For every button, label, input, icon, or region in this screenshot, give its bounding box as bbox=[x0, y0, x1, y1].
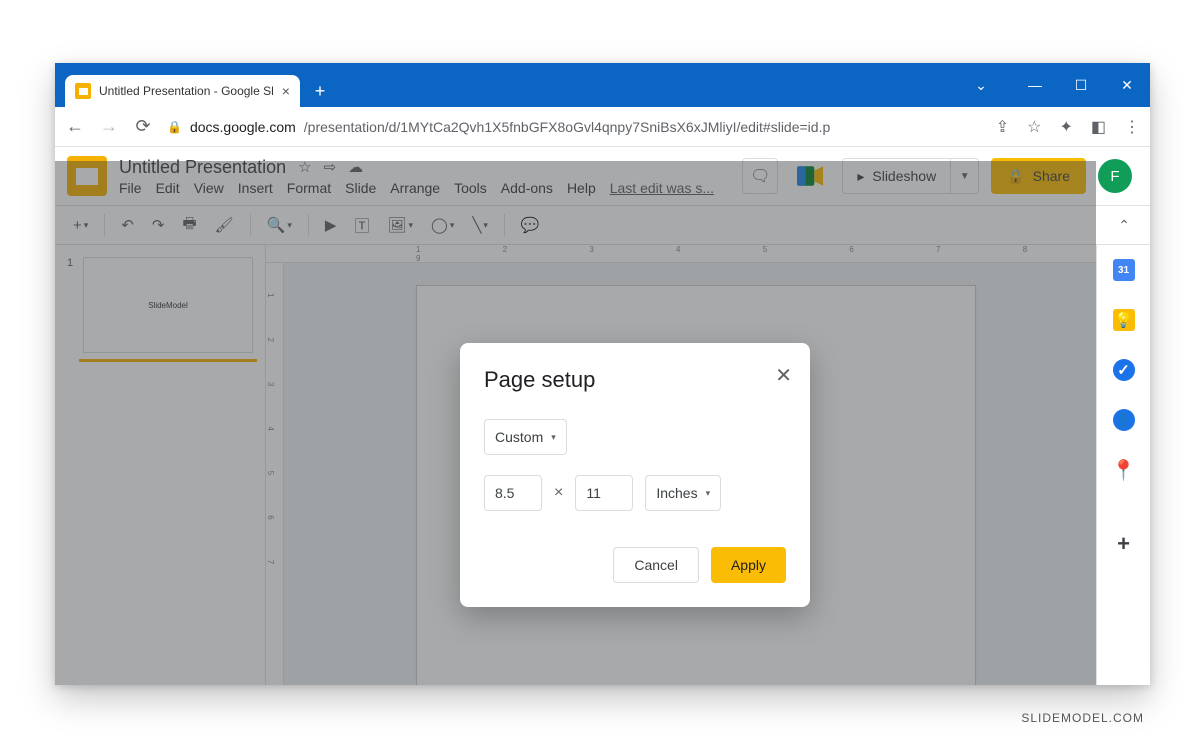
minimize-button[interactable]: — bbox=[1012, 63, 1058, 107]
dialog-title: Page setup bbox=[484, 367, 786, 393]
slides-favicon-icon bbox=[75, 83, 91, 99]
url-host: docs.google.com bbox=[190, 119, 296, 135]
titlebar: Untitled Presentation - Google Sl × + ⌄ … bbox=[55, 63, 1150, 107]
tab-close-icon[interactable]: × bbox=[282, 83, 290, 99]
maximize-button[interactable]: ☐ bbox=[1058, 63, 1104, 107]
dialog-close-icon[interactable]: ✕ bbox=[775, 363, 792, 388]
times-icon: × bbox=[554, 484, 563, 502]
sidepanel-icon[interactable]: ◧ bbox=[1091, 117, 1106, 137]
lock-icon: 🔒 bbox=[167, 120, 182, 134]
collapse-toolbar-icon[interactable]: ⌃ bbox=[1110, 213, 1138, 238]
contacts-icon[interactable]: 👤 bbox=[1113, 409, 1135, 431]
url-path: /presentation/d/1MYtCa2Qvh1X5fnbGFX8oGvl… bbox=[304, 119, 830, 135]
reload-icon[interactable]: ⟳ bbox=[133, 116, 153, 137]
preset-value: Custom bbox=[495, 429, 543, 445]
calendar-icon[interactable]: 31 bbox=[1113, 259, 1135, 281]
window-controls: ⌄ — ☐ ✕ bbox=[958, 63, 1150, 107]
extensions-icon[interactable]: ✦ bbox=[1059, 117, 1072, 137]
apply-button[interactable]: Apply bbox=[711, 547, 786, 583]
nav-back-icon[interactable]: ← bbox=[65, 116, 85, 137]
new-tab-button[interactable]: + bbox=[306, 77, 334, 105]
width-input[interactable] bbox=[484, 475, 542, 511]
tasks-icon[interactable]: ✓ bbox=[1113, 359, 1135, 381]
chevron-down-icon[interactable]: ⌄ bbox=[958, 63, 1004, 107]
preset-select[interactable]: Custom ▾ bbox=[484, 419, 567, 455]
unit-select[interactable]: Inches ▾ bbox=[645, 475, 721, 511]
bookmark-icon[interactable]: ☆ bbox=[1027, 117, 1041, 137]
account-avatar[interactable]: F bbox=[1098, 159, 1132, 193]
close-window-button[interactable]: ✕ bbox=[1104, 63, 1150, 107]
address-bar: ← → ⟳ 🔒 docs.google.com/presentation/d/1… bbox=[55, 107, 1150, 147]
chevron-down-icon: ▾ bbox=[706, 488, 711, 499]
nav-forward-icon[interactable]: → bbox=[99, 116, 119, 137]
tab-title: Untitled Presentation - Google Sl bbox=[99, 84, 274, 98]
browser-menu-icon[interactable]: ⋮ bbox=[1124, 117, 1140, 137]
url-field[interactable]: 🔒 docs.google.com/presentation/d/1MYtCa2… bbox=[167, 119, 982, 135]
keep-icon[interactable]: 💡 bbox=[1113, 309, 1135, 331]
chevron-down-icon: ▾ bbox=[551, 432, 556, 443]
height-input[interactable] bbox=[575, 475, 633, 511]
side-panel: 31 💡 ✓ 👤 📍 + bbox=[1096, 245, 1150, 685]
maps-icon[interactable]: 📍 bbox=[1113, 459, 1135, 481]
attribution-text: SLIDEMODEL.COM bbox=[1021, 711, 1144, 725]
share-page-icon[interactable]: ⇪ bbox=[996, 117, 1009, 137]
add-addon-icon[interactable]: + bbox=[1113, 533, 1135, 555]
browser-window: Untitled Presentation - Google Sl × + ⌄ … bbox=[55, 63, 1150, 685]
unit-value: Inches bbox=[656, 485, 697, 501]
page-setup-dialog: Page setup ✕ Custom ▾ × Inches ▾ Cancel … bbox=[460, 343, 810, 607]
browser-tab[interactable]: Untitled Presentation - Google Sl × bbox=[65, 75, 300, 107]
cancel-button[interactable]: Cancel bbox=[613, 547, 699, 583]
